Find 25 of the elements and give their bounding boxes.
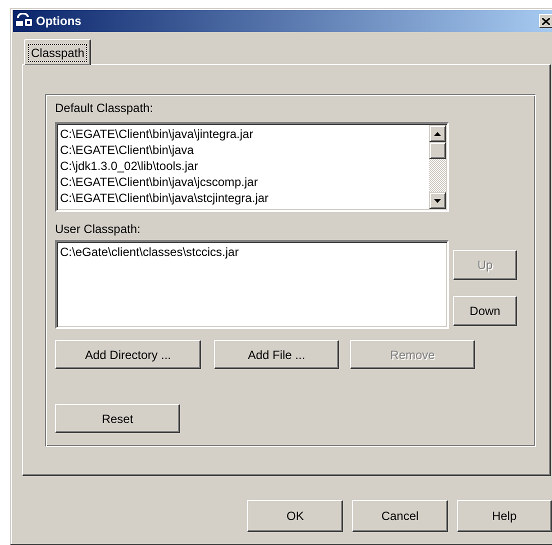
scroll-up-button[interactable] — [429, 125, 446, 142]
close-button[interactable] — [539, 14, 552, 28]
app-icon — [15, 13, 33, 29]
move-down-button[interactable]: Down — [453, 296, 517, 326]
list-item[interactable]: C:\EGATE\Client\bin\java\stcjintegra.jar — [60, 190, 269, 206]
close-icon — [542, 18, 550, 24]
add-directory-button[interactable]: Add Directory ... — [55, 340, 201, 369]
cancel-button[interactable]: Cancel — [352, 500, 448, 532]
list-item[interactable]: C:\EGATE\Client\bin\java — [60, 142, 194, 158]
list-item[interactable]: C:\eGate\client\classes\stccics.jar — [60, 244, 239, 260]
list-item[interactable]: C:\EGATE\Client\bin\java\jcscomp.jar — [60, 174, 258, 190]
scroll-thumb[interactable] — [429, 142, 446, 159]
window-title: Options — [36, 14, 82, 28]
user-classpath-label: User Classpath: — [55, 222, 140, 237]
add-file-button[interactable]: Add File ... — [214, 340, 339, 369]
down-arrow-icon — [434, 198, 441, 202]
list-item[interactable]: C:\EGATE\Client\bin\java\jintegra.jar — [60, 126, 254, 142]
reset-button[interactable]: Reset — [55, 404, 180, 433]
default-classpath-label: Default Classpath: — [55, 101, 154, 116]
tab[interactable]: Classpath — [24, 39, 92, 65]
scroll-down-button[interactable] — [429, 192, 446, 209]
ok-button[interactable]: OK — [247, 500, 344, 532]
up-arrow-icon — [434, 132, 441, 136]
help-button[interactable]: Help — [456, 500, 552, 532]
list-item[interactable]: C:\jdk1.3.0_02\lib\tools.jar — [60, 158, 198, 174]
